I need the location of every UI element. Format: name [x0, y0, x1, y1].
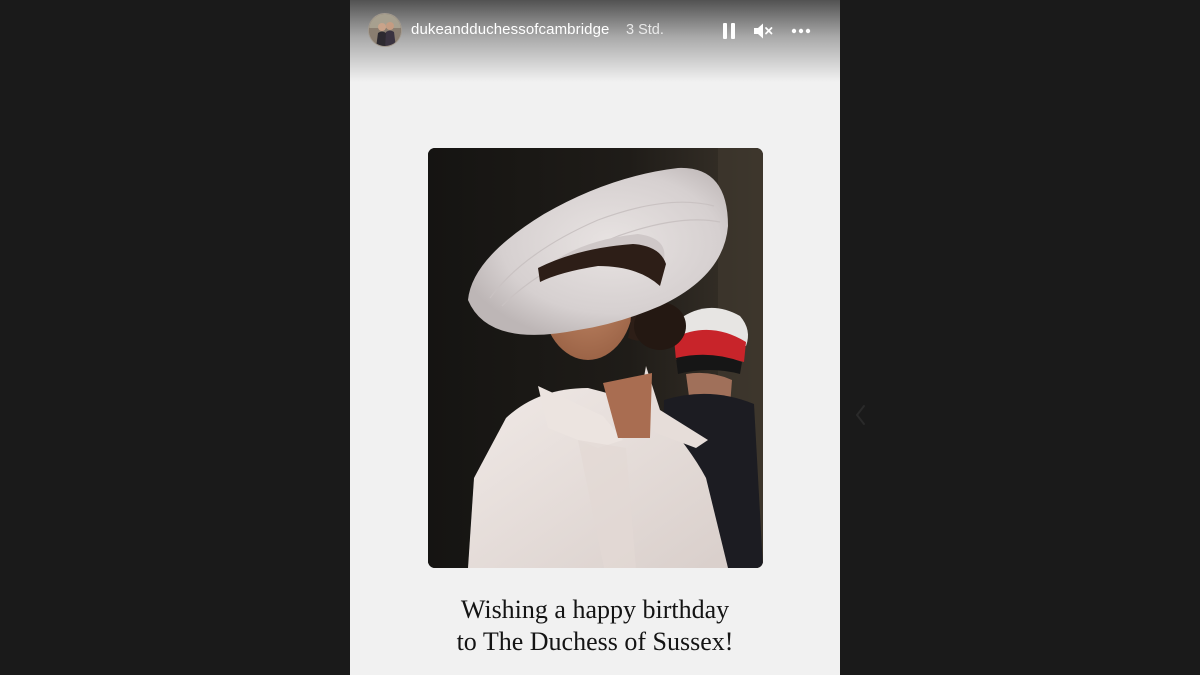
- story-header: dukeandduchessofcambridge 3 Std.: [350, 0, 840, 82]
- avatar[interactable]: [368, 13, 402, 47]
- next-story-button[interactable]: [852, 402, 870, 428]
- more-options-button[interactable]: [788, 18, 814, 44]
- portrait-photo: [428, 148, 763, 568]
- pause-button[interactable]: [716, 18, 742, 44]
- more-horizontal-icon: [791, 28, 811, 34]
- story-caption: Wishing a happy birthday to The Duchess …: [350, 594, 840, 658]
- story-timestamp: 3 Std.: [626, 22, 664, 38]
- pause-icon: [723, 23, 735, 39]
- speaker-muted-icon: [754, 23, 773, 39]
- caption-line-2: to The Duchess of Sussex!: [456, 627, 734, 656]
- chevron-left-icon: [855, 405, 865, 425]
- story-photo: [428, 148, 763, 568]
- story-frame[interactable]: dukeandduchessofcambridge 3 Std. Wishing…: [350, 0, 840, 675]
- story-username[interactable]: dukeandduchessofcambridge: [411, 21, 609, 38]
- caption-line-1: Wishing a happy birthday: [460, 595, 730, 624]
- avatar-image: [369, 14, 401, 46]
- story-viewer: dukeandduchessofcambridge 3 Std. Wishing…: [0, 0, 1200, 675]
- mute-button[interactable]: [750, 18, 776, 44]
